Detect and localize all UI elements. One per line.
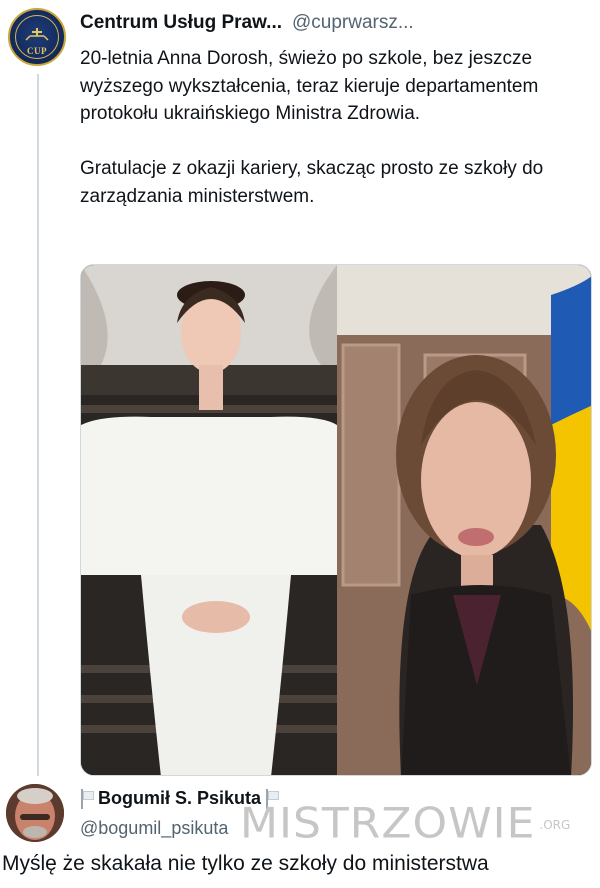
reply-author-handle[interactable]: @bogumil_psikuta bbox=[80, 818, 228, 839]
watermark-suffix: .ORG bbox=[539, 818, 571, 832]
reply-author-name[interactable]: Bogumił S. Psikuta bbox=[98, 788, 261, 809]
watermark-text: MISTRZOWIE bbox=[240, 799, 536, 848]
author-avatar[interactable]: CUP bbox=[8, 8, 66, 66]
reply-text: Myślę że skakała nie tylko ze szkoły do … bbox=[2, 852, 489, 875]
media-image bbox=[81, 265, 591, 775]
flag-blue-stripe bbox=[551, 276, 591, 425]
flag-icon bbox=[80, 788, 94, 809]
left-photo bbox=[81, 265, 337, 775]
right-photo bbox=[337, 265, 591, 775]
author-name[interactable]: Centrum Usług Praw... bbox=[80, 12, 282, 34]
tweet-header: Centrum Usług Praw... @cuprwarsz... bbox=[80, 12, 414, 34]
avatar-seal-text: CUP bbox=[27, 46, 47, 56]
organization-seal-icon bbox=[25, 28, 49, 41]
reply-avatar[interactable] bbox=[6, 784, 64, 842]
reply-avatar-photo bbox=[6, 784, 64, 842]
tweet-media[interactable] bbox=[80, 264, 592, 776]
thread-connector-line bbox=[37, 74, 39, 776]
author-handle[interactable]: @cuprwarsz... bbox=[292, 12, 414, 34]
watermark: MISTRZOWIE .ORG bbox=[240, 802, 570, 846]
tweet-text: 20-letnia Anna Dorosh, świeżo po szkole,… bbox=[80, 48, 544, 207]
